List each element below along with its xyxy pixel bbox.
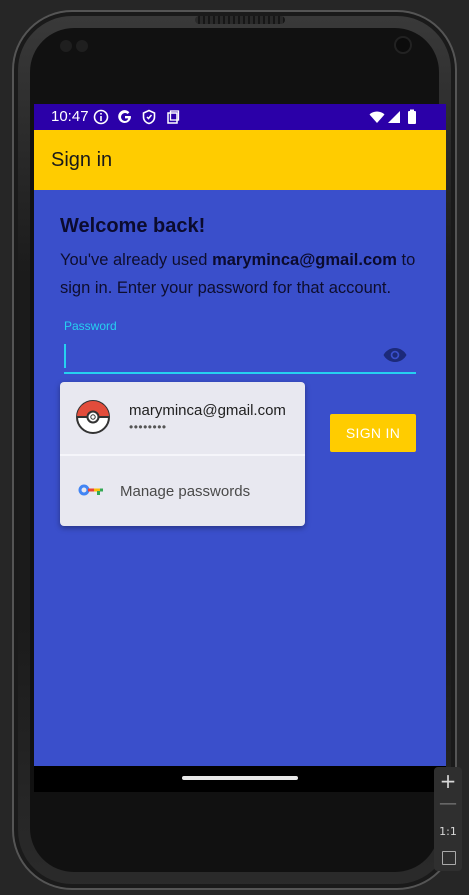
sign-in-button[interactable]: SIGN IN: [330, 414, 416, 452]
sign-in-content: Welcome back! You've already used marymi…: [60, 215, 430, 302]
welcome-heading: Welcome back!: [60, 215, 206, 237]
emulator-zoom-panel: + — 1:1: [434, 767, 462, 871]
battery-icon: [408, 109, 416, 124]
vpn-shield-icon: [142, 109, 156, 125]
signal-icon: [388, 111, 400, 123]
speaker-grille: [195, 16, 285, 24]
status-time: 10:47: [51, 108, 89, 125]
visibility-toggle-icon[interactable]: [382, 346, 408, 364]
info-icon: [93, 109, 109, 125]
message-prefix: You've already used: [60, 251, 213, 269]
app-title: Sign in: [51, 149, 113, 171]
zoom-out-button[interactable]: —: [434, 793, 462, 814]
google-key-icon: [78, 484, 103, 496]
zoom-to-fit-icon[interactable]: [442, 851, 456, 865]
autofill-popup: maryminca@gmail.com •••••••• Manage pass…: [60, 382, 305, 526]
password-label: Password: [64, 319, 117, 333]
autofill-email: maryminca@gmail.com: [129, 402, 286, 419]
pokeball-avatar-icon: [76, 400, 110, 434]
message-email: maryminca@gmail.com: [212, 251, 397, 269]
manage-passwords-label: Manage passwords: [120, 483, 251, 500]
google-icon: [118, 110, 131, 123]
phone-screen: 10:47 Sign in Welcome back! You've alrea…: [34, 104, 446, 792]
actual-size-button[interactable]: 1:1: [434, 825, 462, 838]
status-bar: 10:47: [34, 104, 446, 130]
front-sensor: [60, 40, 72, 52]
autofill-account-suggestion[interactable]: maryminca@gmail.com ••••••••: [60, 382, 305, 456]
front-camera: [396, 38, 410, 52]
password-input[interactable]: [64, 340, 416, 374]
welcome-message: You've already used maryminca@gmail.com …: [60, 246, 430, 302]
zoom-in-button[interactable]: +: [434, 769, 462, 793]
gesture-handle[interactable]: [182, 776, 298, 780]
front-sensor: [76, 40, 88, 52]
app-bar: Sign in: [34, 130, 446, 190]
autofill-masked-password: ••••••••: [129, 420, 167, 434]
navigation-bar: [34, 766, 446, 792]
clipboard-icon: [167, 110, 180, 124]
text-cursor: [64, 344, 66, 368]
wifi-icon: [369, 111, 385, 123]
